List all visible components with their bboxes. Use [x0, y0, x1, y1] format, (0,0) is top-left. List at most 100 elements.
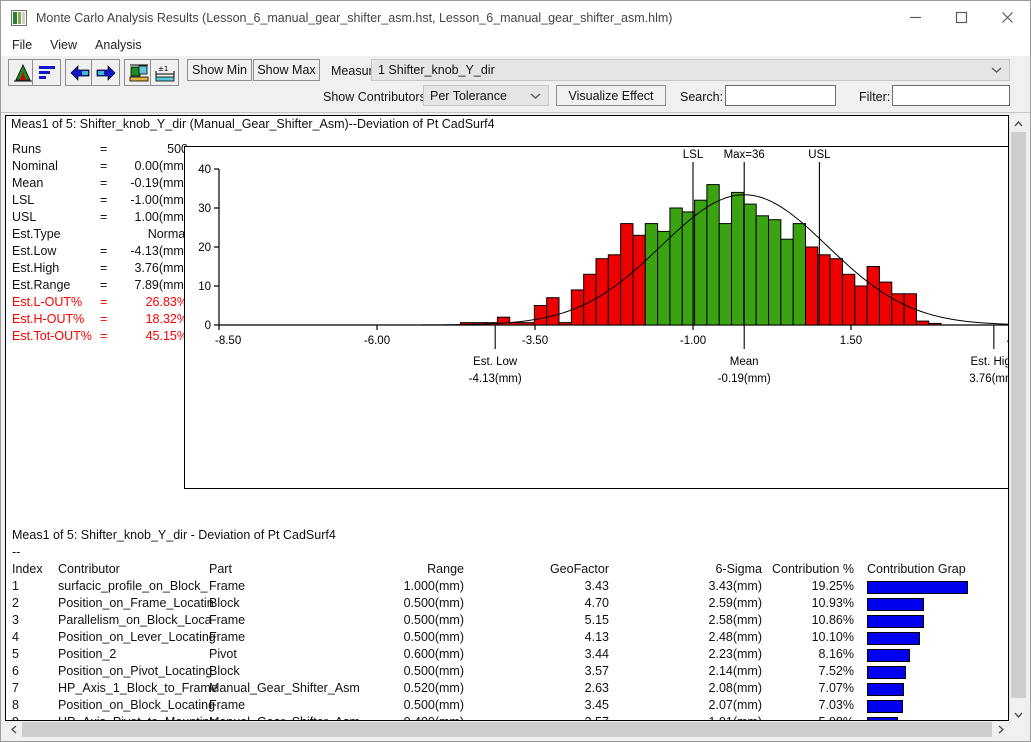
menu-item-view[interactable]: View	[50, 36, 86, 54]
arrow-right-icon[interactable]	[91, 59, 120, 86]
cell-range: 0.600(mm)	[403, 647, 464, 661]
x-tick-label: -8.50	[215, 335, 241, 347]
histogram-bar	[866, 266, 880, 326]
cell-geofactor: 3.44	[584, 647, 609, 661]
maximize-icon[interactable]	[938, 1, 984, 34]
histogram-bar	[521, 322, 535, 326]
stat-equals: =	[100, 193, 108, 207]
cell-index: 4	[12, 630, 19, 644]
histogram-bar	[854, 285, 868, 326]
results-panel: Meas1 of 5: Shifter_knob_Y_dir (Manual_G…	[5, 115, 1009, 721]
y-tick-label: 10	[198, 281, 211, 293]
histogram-bar	[620, 223, 634, 326]
histogram-bar	[546, 297, 560, 326]
stat-row-est-l-out: 26.83% Est.L-OUT% =	[12, 295, 188, 312]
marker-value-mean: -0.19(mm)	[718, 373, 771, 385]
cell-part: Frame	[209, 579, 246, 593]
y-tick-label: 30	[198, 203, 211, 215]
filter-label: Filter:	[859, 90, 891, 104]
table-dash: --	[12, 545, 21, 559]
contribution-bar	[867, 615, 924, 628]
chevron-down-icon	[530, 93, 541, 99]
cell-index: 3	[12, 613, 19, 627]
histogram-bar	[558, 322, 572, 326]
stat-row-est-h-out: 18.32% Est.H-OUT% =	[12, 312, 188, 329]
table-row[interactable]: 6 Position_on_Pivot_Locating Block 0.500(mm…	[12, 664, 992, 681]
histogram-bar	[644, 223, 659, 326]
cell-geofactor: 3.43	[584, 579, 609, 593]
show-min-button[interactable]: Show Min	[187, 59, 252, 81]
header-geofactor: GeoFactor	[549, 562, 609, 576]
header-6sigma: 6-Sigma	[715, 562, 762, 576]
scroll-down-icon[interactable]	[1010, 706, 1027, 723]
cell-geofactor: 2.63	[584, 681, 609, 695]
measure-parts-icon[interactable]	[124, 59, 153, 86]
stat-name: Est.L-OUT%	[12, 295, 83, 309]
close-icon[interactable]	[984, 1, 1030, 34]
filter-input[interactable]	[892, 85, 1010, 106]
y-tick-label: 40	[198, 164, 211, 176]
cell-geofactor: 3.45	[584, 698, 609, 712]
minimize-icon[interactable]	[892, 1, 938, 34]
stat-equals: =	[100, 176, 108, 190]
search-input-field[interactable]	[726, 86, 835, 105]
histogram-bar	[928, 322, 942, 326]
cell-contribution: 19.25%	[811, 579, 854, 593]
vertical-scrollbar[interactable]	[1009, 115, 1026, 723]
histogram-bar	[841, 273, 856, 326]
histogram-bar	[755, 215, 770, 326]
histogram-bar	[804, 246, 819, 326]
table-row[interactable]: 2 Position_on_Frame_Locatin Block 0.500(mm)…	[12, 596, 992, 613]
cell-contribution: 7.52%	[818, 664, 854, 678]
cell-contributor: surfacic_profile_on_Block_	[58, 579, 208, 593]
marker-label-mean: Mean	[730, 356, 759, 368]
filter-input-field[interactable]	[893, 86, 1009, 105]
show-max-button[interactable]: Show Max	[253, 59, 320, 81]
measure-dropdown[interactable]: 1 Shifter_knob_Y_dir	[371, 59, 1010, 81]
visualize-effect-button[interactable]: Visualize Effect	[556, 85, 666, 106]
horizontal-scroll-thumb[interactable]	[22, 722, 992, 737]
menu-item-file[interactable]: File	[12, 36, 41, 54]
table-row[interactable]: 8 Position_on_Block_Locating Frame 0.500(mm…	[12, 698, 992, 715]
cell-contribution: 10.86%	[811, 613, 854, 627]
vertical-scroll-thumb[interactable]	[1011, 132, 1026, 698]
cell-contributor: HP_Axis_1_Block_to_Frame	[58, 681, 218, 695]
marker-label-esthigh: Est. High	[970, 356, 1009, 368]
cell-contributor: Parallelism_on_Block_Loca	[58, 613, 212, 627]
histogram-chart: 010203040-8.50-6.00-3.50-1.001.504.00LSL…	[184, 146, 1009, 489]
histogram-svg: 010203040-8.50-6.00-3.50-1.001.504.00LSL…	[198, 149, 1009, 385]
arrow-left-icon[interactable]	[65, 59, 94, 86]
cell-range: 0.500(mm)	[403, 630, 464, 644]
marker-label-usl: USL	[808, 149, 831, 161]
tolerance-icon[interactable]: ±1	[150, 59, 179, 86]
histogram-bar	[891, 293, 905, 326]
table-row[interactable]: 1 surfacic_profile_on_Block_ Frame 1.000(mm…	[12, 579, 992, 596]
measurement-header: Meas1 of 5: Shifter_knob_Y_dir (Manual_G…	[11, 117, 495, 131]
table-row[interactable]: 4 Position_on_Lever_Locating Frame 0.500(mm…	[12, 630, 992, 647]
scroll-right-icon[interactable]	[992, 721, 1009, 738]
table-row[interactable]: 5 Position_2 Pivot 0.600(mm) 3.44 2.23(mm) 8.1…	[12, 647, 992, 664]
stat-name: Nominal	[12, 159, 58, 173]
horizontal-scrollbar[interactable]	[5, 721, 1009, 738]
histogram-bar	[768, 219, 782, 326]
cell-6sigma: 2.23(mm)	[708, 647, 762, 661]
scroll-left-icon[interactable]	[5, 721, 22, 738]
bar-list-icon[interactable]	[32, 59, 61, 86]
window-title: Monte Carlo Analysis Results (Lesson_6_m…	[36, 10, 673, 25]
histogram-bar	[829, 258, 843, 326]
table-row[interactable]: 3 Parallelism_on_Block_Loca Frame 0.500(mm)…	[12, 613, 992, 630]
stat-row-est-range: 7.89(mm) Est.Range =	[12, 278, 188, 295]
cell-geofactor: 4.13	[584, 630, 609, 644]
table-row[interactable]: 7 HP_Axis_1_Block_to_Frame Manual_Gear_Shi…	[12, 681, 992, 698]
search-input[interactable]	[725, 85, 836, 106]
stat-row-est-low: -4.13(mm) Est.Low =	[12, 244, 188, 261]
marker-label-estlow: Est. Low	[473, 356, 518, 368]
menu-item-analysis[interactable]: Analysis	[95, 36, 151, 54]
scroll-up-icon[interactable]	[1010, 115, 1027, 132]
window-controls	[892, 1, 1030, 34]
stat-equals: =	[100, 329, 108, 343]
header-contributor: Contributor	[58, 562, 120, 576]
histogram-bar	[792, 223, 806, 326]
y-tick-label: 20	[198, 242, 211, 254]
show-contributors-dropdown[interactable]: Per Tolerance	[423, 85, 549, 106]
